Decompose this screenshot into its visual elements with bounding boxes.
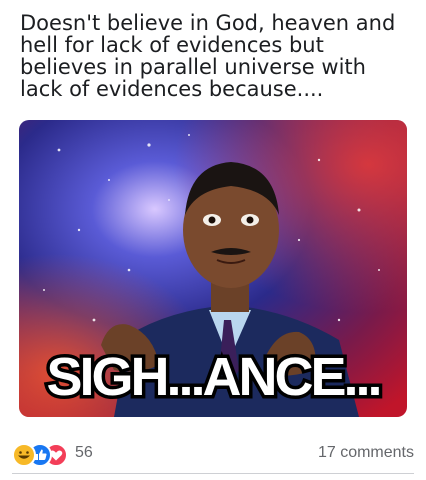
meme-text: SIGH...ANCE...	[46, 347, 379, 407]
divider	[12, 473, 414, 474]
meme-illustration: SIGH...ANCE...	[19, 120, 407, 417]
post-stats-bar: 56 17 comments	[0, 436, 426, 470]
post-caption: Doesn't believe in God, heaven and hell …	[20, 11, 396, 101]
comments-link[interactable]: 17 comments	[318, 443, 414, 463]
reaction-count[interactable]: 56	[75, 443, 93, 463]
reaction-icons[interactable]	[12, 443, 72, 467]
haha-icon	[12, 443, 36, 467]
post-card: Doesn't believe in God, heaven and hell …	[0, 0, 426, 480]
meme-image[interactable]: SIGH...ANCE...	[19, 120, 407, 417]
